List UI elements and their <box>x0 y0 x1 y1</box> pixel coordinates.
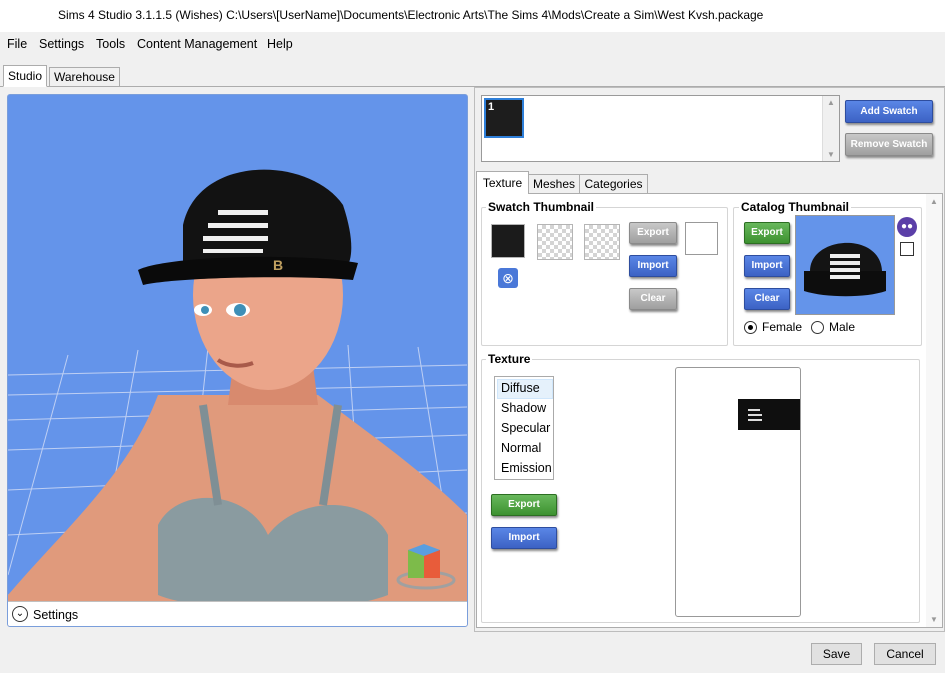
tab-categories[interactable]: Categories <box>579 174 648 195</box>
swatch-thumbnail-slot-3[interactable] <box>584 224 620 260</box>
menu-help[interactable]: Help <box>267 37 293 51</box>
3d-viewport[interactable]: B ⌄ Settings <box>7 94 468 627</box>
texture-title: Texture <box>486 352 533 366</box>
texture-item-specular[interactable]: Specular <box>501 421 550 435</box>
menu-tools[interactable]: Tools <box>96 37 125 51</box>
menu-bar: File Settings Tools Content Management H… <box>0 33 945 55</box>
swatch-thumbnail-title: Swatch Thumbnail <box>486 200 597 214</box>
tab-warehouse[interactable]: Warehouse <box>49 67 120 87</box>
texture-stripe <box>748 419 762 421</box>
cap-thumbnail <box>804 242 886 297</box>
menu-file[interactable]: File <box>7 37 27 51</box>
tab-texture[interactable]: Texture <box>476 171 529 194</box>
remove-swatch-button[interactable]: Remove Swatch <box>845 133 933 156</box>
viewport-settings-label: Settings <box>33 608 79 622</box>
swatch-thumbnail-preview[interactable] <box>491 224 525 258</box>
swatch-list-scrollbar[interactable]: ▲ ▼ <box>822 96 839 161</box>
save-button[interactable]: Save <box>811 643 862 665</box>
close-icon[interactable]: ⊗ <box>498 268 518 288</box>
catalog-thumbnail-image[interactable] <box>795 215 895 315</box>
texture-export-button[interactable]: Export <box>491 494 557 516</box>
texture-import-button[interactable]: Import <box>491 527 557 549</box>
title-bar: Sims 4 Studio 3.1.1.5 (Wishes) C:\Users\… <box>0 0 945 32</box>
tab-meshes[interactable]: Meshes <box>528 174 580 195</box>
female-radio[interactable] <box>744 321 757 334</box>
catalog-clear-button[interactable]: Clear <box>744 288 790 310</box>
svg-text:B: B <box>273 257 283 273</box>
swatch-color-box[interactable] <box>685 222 718 255</box>
scroll-up-icon[interactable]: ▲ <box>930 197 938 206</box>
texture-stripe <box>748 414 762 416</box>
texture-preview[interactable] <box>675 367 801 617</box>
texture-stripe <box>748 409 760 411</box>
window-title: Sims 4 Studio 3.1.1.5 (Wishes) C:\Users\… <box>58 8 764 22</box>
tab-studio[interactable]: Studio <box>3 65 48 87</box>
swatch-item-label: 1 <box>488 101 495 113</box>
male-label: Male <box>829 320 856 334</box>
texture-item-normal[interactable]: Normal <box>501 441 541 455</box>
swatch-export-button[interactable]: Export <box>629 222 677 244</box>
swatch-list[interactable]: 1 ▲ ▼ <box>481 95 840 162</box>
radio-dot <box>748 325 753 330</box>
swatch-item[interactable]: 1 <box>484 98 524 138</box>
swatch-import-button[interactable]: Import <box>629 255 677 277</box>
swatch-thumbnail-slot-2[interactable] <box>537 224 573 260</box>
add-swatch-button[interactable]: Add Swatch <box>845 100 933 123</box>
cancel-button[interactable]: Cancel <box>874 643 936 665</box>
catalog-checkbox[interactable] <box>900 242 914 256</box>
texture-item-shadow[interactable]: Shadow <box>501 401 546 415</box>
texture-item-emission[interactable]: Emission <box>501 461 552 475</box>
scroll-up-icon[interactable]: ▲ <box>827 98 835 107</box>
people-icon[interactable]: ●● <box>897 217 917 237</box>
catalog-thumbnail-title: Catalog Thumbnail <box>739 200 851 214</box>
viewport-settings-bar[interactable]: ⌄ Settings <box>8 601 467 626</box>
viewport-scene: B <box>8 169 467 626</box>
texture-preview-image <box>738 399 800 430</box>
content-scrollbar[interactable]: ▲ ▼ <box>926 194 942 627</box>
catalog-import-button[interactable]: Import <box>744 255 790 277</box>
scroll-down-icon[interactable]: ▼ <box>827 150 835 159</box>
female-label: Female <box>762 320 803 334</box>
menu-settings[interactable]: Settings <box>39 37 84 51</box>
catalog-export-button[interactable]: Export <box>744 222 790 244</box>
texture-item-diffuse[interactable]: Diffuse <box>501 381 540 395</box>
scroll-down-icon[interactable]: ▼ <box>930 615 938 624</box>
swatch-clear-button[interactable]: Clear <box>629 288 677 310</box>
male-radio[interactable] <box>811 321 824 334</box>
texture-list[interactable]: Diffuse Shadow Specular Normal Emission <box>494 376 554 480</box>
chevron-down-icon[interactable]: ⌄ <box>12 606 28 622</box>
menu-content-management[interactable]: Content Management <box>137 37 257 51</box>
